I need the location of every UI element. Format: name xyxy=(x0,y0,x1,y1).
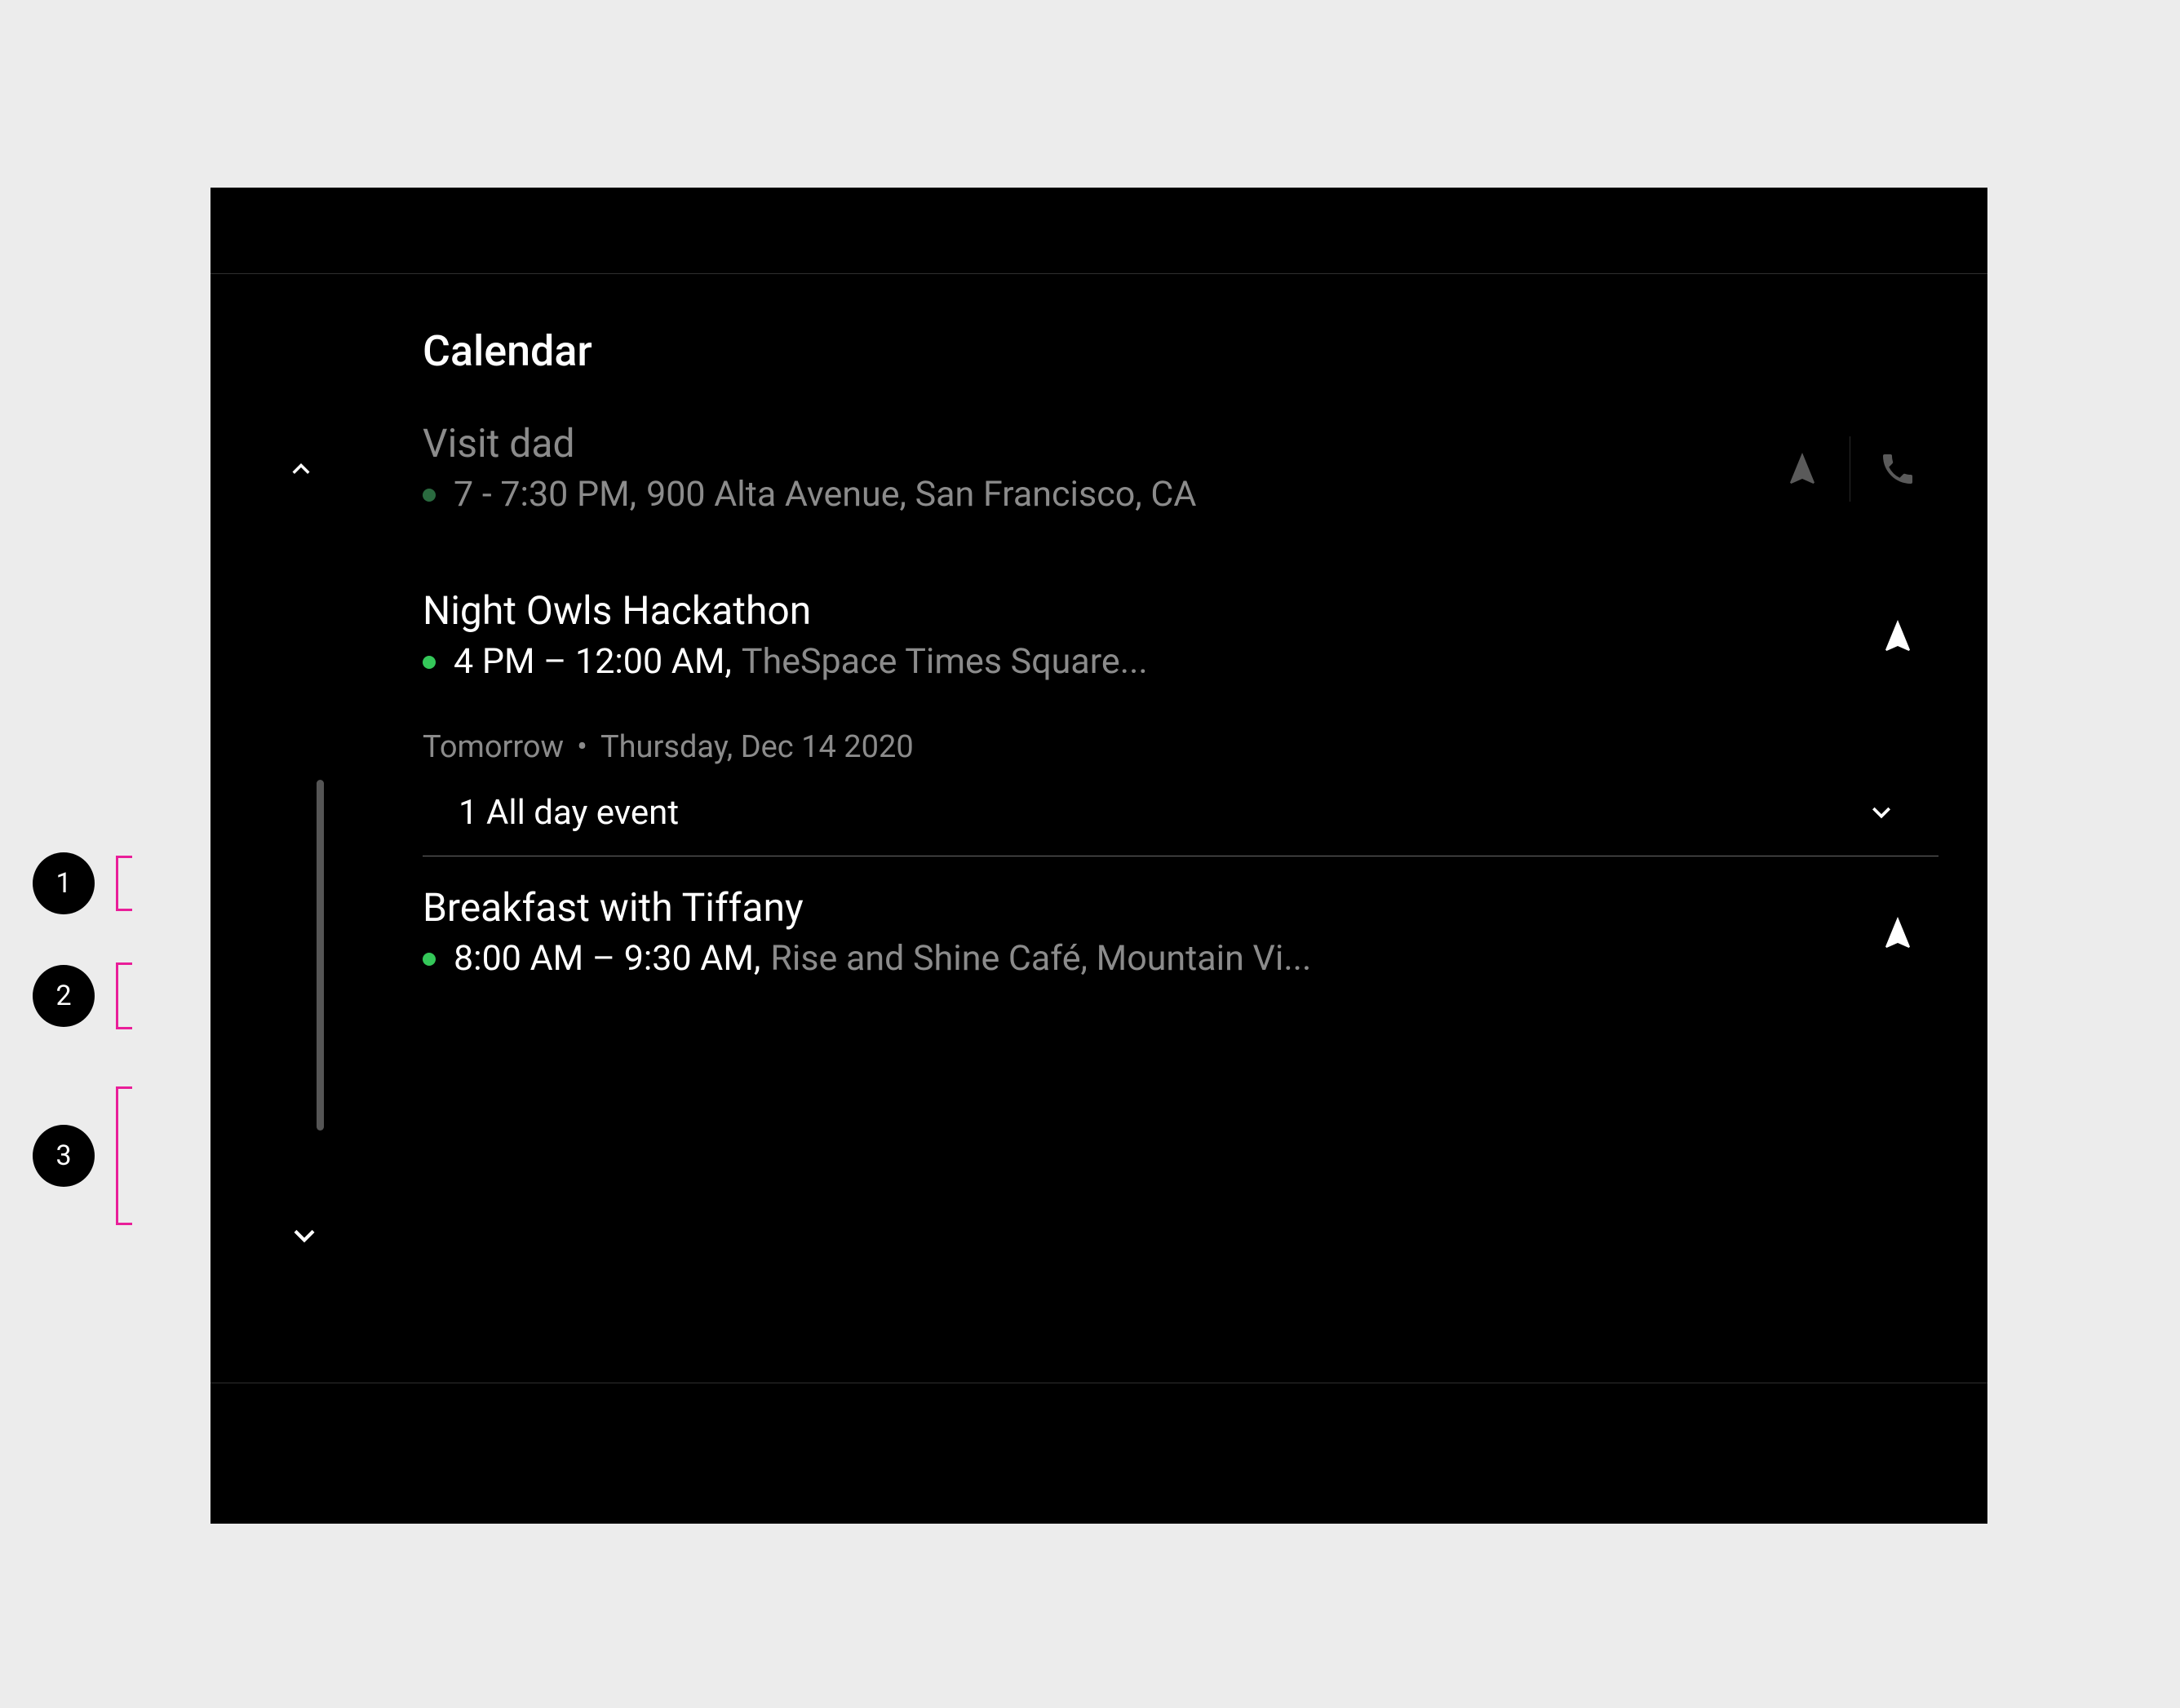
event-row[interactable]: Night Owls Hackathon 4 PM – 12:00 AM, Th… xyxy=(423,573,1939,699)
scroll-up-button[interactable] xyxy=(284,452,318,486)
page-title: Calendar xyxy=(423,326,1939,376)
status-dot-icon xyxy=(423,656,436,669)
event-actions xyxy=(1857,595,1939,677)
section-date: Thursday, Dec 14 2020 xyxy=(600,729,914,765)
event-text: Visit dad 7 - 7:30 PM, 900 Alta Avenue, … xyxy=(423,420,1742,517)
event-meta: 8:00 AM – 9:30 AM, Rise and Shine Café, … xyxy=(423,936,1837,982)
chevron-down-icon xyxy=(1863,794,1899,830)
all-day-row[interactable]: 1 All day event xyxy=(423,775,1939,856)
callout-number: 3 xyxy=(55,1139,71,1172)
main-column: Calendar Visit dad 7 - 7:30 PM, 900 Alta… xyxy=(423,318,1987,1381)
chevron-up-icon xyxy=(284,452,318,486)
event-actions xyxy=(1761,428,1939,510)
scroll-gutter xyxy=(210,318,423,1381)
chevron-down-icon xyxy=(284,1215,325,1256)
section-separator: • xyxy=(577,729,587,765)
event-time: 4 PM – 12:00 AM, xyxy=(454,639,732,685)
event-actions xyxy=(1857,892,1939,974)
event-location: TheSpace Times Square... xyxy=(742,639,1148,685)
app-content: Calendar Visit dad 7 - 7:30 PM, 900 Alta… xyxy=(210,318,1987,1381)
scroll-down-button[interactable] xyxy=(284,1215,325,1256)
navigate-icon xyxy=(1878,914,1917,953)
callout-number: 1 xyxy=(55,867,71,900)
annotation-callout-2: 2 xyxy=(33,962,132,1029)
event-title: Night Owls Hackathon xyxy=(423,587,1837,635)
callout-badge: 2 xyxy=(33,965,95,1027)
event-row[interactable]: Breakfast with Tiffany 8:00 AM – 9:30 AM… xyxy=(423,869,1939,996)
event-text: Breakfast with Tiffany 8:00 AM – 9:30 AM… xyxy=(423,884,1837,981)
status-dot-icon xyxy=(423,489,436,502)
event-meta: 7 - 7:30 PM, 900 Alta Avenue, San Franci… xyxy=(423,472,1742,518)
callout-badge: 3 xyxy=(33,1125,95,1187)
event-title: Visit dad xyxy=(423,420,1742,467)
section-header: Tomorrow • Thursday, Dec 14 2020 xyxy=(423,700,1939,775)
navigate-icon xyxy=(1783,449,1822,489)
event-text: Night Owls Hackathon 4 PM – 12:00 AM, Th… xyxy=(423,587,1837,684)
call-button[interactable] xyxy=(1857,428,1939,510)
status-dot-icon xyxy=(423,953,436,966)
callout-number: 2 xyxy=(55,980,71,1012)
callout-bracket xyxy=(116,856,132,911)
callout-badge: 1 xyxy=(33,852,95,914)
all-day-label: 1 All day event xyxy=(459,793,1857,833)
navigate-button[interactable] xyxy=(1857,595,1939,677)
navigate-button[interactable] xyxy=(1857,892,1939,974)
scrollbar[interactable] xyxy=(317,780,324,1131)
event-row[interactable]: Visit dad 7 - 7:30 PM, 900 Alta Avenue, … xyxy=(423,405,1939,532)
annotation-callout-1: 1 xyxy=(33,852,132,914)
navigate-icon xyxy=(1878,617,1917,656)
phone-icon xyxy=(1878,449,1917,489)
navigate-button[interactable] xyxy=(1761,428,1843,510)
callout-bracket xyxy=(116,1086,132,1225)
annotation-callout-3: 3 xyxy=(33,1086,132,1225)
callout-bracket xyxy=(116,962,132,1029)
event-time: 8:00 AM – 9:30 AM, xyxy=(454,936,760,982)
event-location: Rise and Shine Café, Mountain Vi... xyxy=(770,936,1311,982)
app-frame: Calendar Visit dad 7 - 7:30 PM, 900 Alta… xyxy=(210,188,1987,1524)
event-location: 900 Alta Avenue, San Francisco, CA xyxy=(646,472,1196,518)
expand-button[interactable] xyxy=(1857,794,1906,830)
event-title: Breakfast with Tiffany xyxy=(423,884,1837,931)
section-prefix: Tomorrow xyxy=(423,729,564,765)
event-meta: 4 PM – 12:00 AM, TheSpace Times Square..… xyxy=(423,639,1837,685)
event-time: 7 - 7:30 PM, xyxy=(454,472,636,518)
